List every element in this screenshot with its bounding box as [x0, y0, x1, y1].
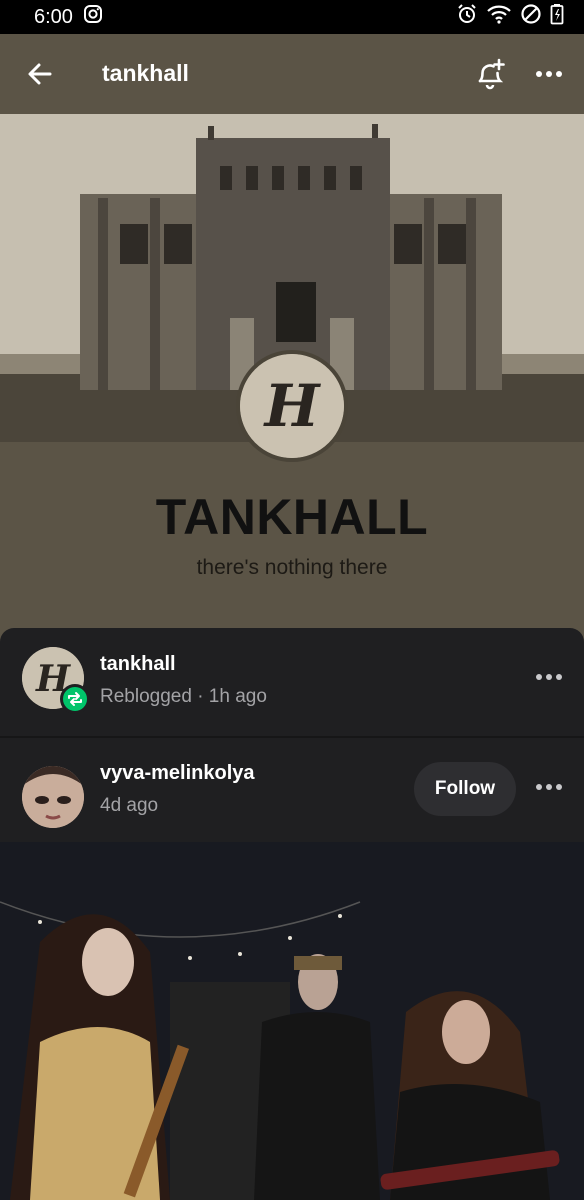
battery-icon: [550, 3, 564, 31]
avatar-letter: H: [263, 372, 322, 440]
blog-title: TANKHALL: [155, 489, 429, 545]
more-icon[interactable]: [534, 62, 564, 86]
alarm-icon: [456, 3, 478, 31]
original-poster-row: vyva-melinkolya 4d ago Follow: [0, 738, 584, 846]
blog-description: there's nothing there: [196, 556, 388, 579]
back-arrow-icon[interactable]: [24, 58, 56, 90]
post-photo[interactable]: [0, 842, 584, 1200]
status-right: [456, 3, 564, 31]
vyva-avatar[interactable]: [22, 766, 84, 828]
instagram-icon: [83, 4, 103, 30]
follow-button[interactable]: Follow: [414, 762, 516, 816]
reblog-icon: [60, 684, 90, 714]
post-timestamp: 4d ago: [100, 795, 159, 816]
poster-username[interactable]: vyva-melinkolya: [100, 762, 255, 785]
poster-options-icon[interactable]: [535, 780, 563, 792]
status-bar: 6:00: [0, 0, 584, 34]
post-options-icon[interactable]: [535, 670, 563, 682]
bell-plus-icon[interactable]: [472, 56, 508, 92]
blog-avatar[interactable]: H: [236, 350, 348, 462]
dnd-icon: [520, 3, 542, 31]
wifi-icon: [486, 3, 512, 31]
status-time: 6:00: [34, 5, 73, 28]
reblog-row: H tankhall Reblogged · 1h ago: [0, 628, 584, 736]
reblogger-username[interactable]: tankhall: [100, 653, 176, 676]
header-title: tankhall: [102, 60, 189, 86]
blog-header: tankhall: [0, 34, 584, 114]
profile-section: TANKHALL there's nothing there: [0, 442, 584, 642]
reblog-meta: Reblogged · 1h ago: [100, 686, 267, 707]
status-left: 6:00: [34, 4, 103, 30]
